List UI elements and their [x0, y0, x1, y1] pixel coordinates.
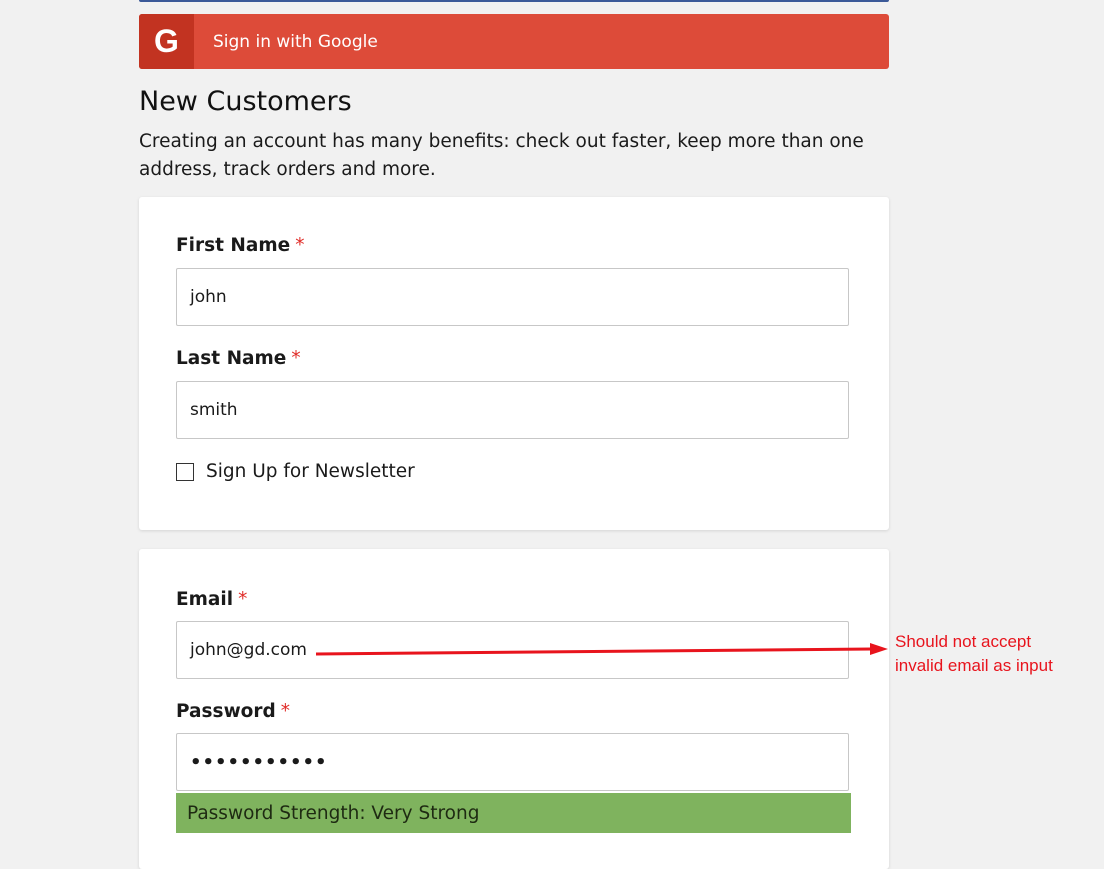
annotation-note: Should not accept invalid email as input [895, 632, 1053, 675]
annotation-arrow [315, 643, 888, 656]
